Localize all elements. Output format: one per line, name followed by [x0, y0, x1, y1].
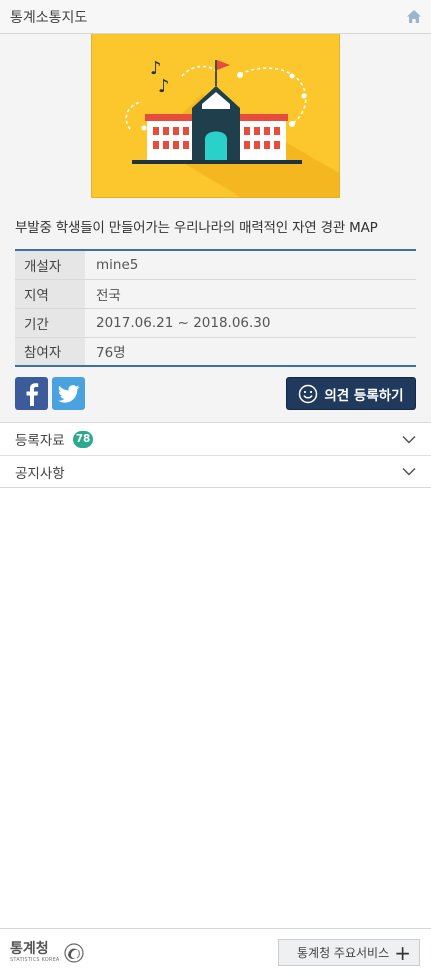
- action-row: 의견 등록하기: [15, 377, 416, 410]
- home-icon: [407, 10, 421, 23]
- meta-value: mine5: [85, 250, 416, 279]
- register-opinion-label: 의견 등록하기: [324, 387, 404, 404]
- registered-count-badge: 78: [72, 430, 94, 448]
- info-accordion: 등록자료 78 공지사항: [0, 423, 431, 488]
- meta-key: 기간: [15, 307, 85, 337]
- meta-row-participants: 참여자 76명: [15, 336, 416, 366]
- notice-label: 공지사항: [15, 465, 65, 482]
- twitter-icon: [57, 384, 79, 403]
- chevron-down-icon: [402, 435, 416, 444]
- facebook-share-button[interactable]: [15, 377, 48, 410]
- app-title: 통계소통지도: [10, 9, 88, 26]
- meta-row-period: 기간 2017.06.21 ~ 2018.06.30: [15, 307, 416, 337]
- meta-value: 2017.06.21 ~ 2018.06.30: [85, 307, 416, 337]
- meta-value: 전국: [85, 278, 416, 308]
- meta-key: 지역: [15, 278, 85, 308]
- social-share: [15, 377, 85, 410]
- accordion-registered-data[interactable]: 등록자료 78: [0, 423, 431, 455]
- accordion-notice[interactable]: 공지사항: [0, 455, 431, 487]
- twitter-share-button[interactable]: [52, 377, 85, 410]
- meta-row-creator: 개설자 mine5: [15, 250, 416, 279]
- plus-icon: +: [394, 940, 411, 965]
- statistics-korea-logo[interactable]: 통계청 STATISTICS KOREA: [10, 942, 84, 963]
- logo-main-text: 통계청: [10, 941, 49, 957]
- meta-value: 76명: [85, 336, 416, 366]
- main-services-label: 통계청 주요서비스: [297, 946, 390, 960]
- topic-title: 부발중 학생들이 만들어가는 우리나라의 매력적인 자연 경관 MAP: [15, 220, 378, 236]
- meta-key: 개설자: [15, 250, 85, 279]
- app-header: 통계소통지도: [0, 0, 431, 34]
- main-services-button[interactable]: 통계청 주요서비스 +: [278, 939, 420, 966]
- topic-info-panel: ♪ ♪ 부발중 학생들이 만들어가는 우리나라의 매력적인 자연 경관 MAP …: [0, 34, 431, 423]
- registered-data-label: 등록자료: [15, 433, 65, 449]
- meta-row-region: 지역 전국: [15, 278, 416, 308]
- statistics-korea-emblem: [63, 942, 84, 963]
- register-opinion-button[interactable]: 의견 등록하기: [286, 377, 416, 410]
- home-button[interactable]: [405, 8, 423, 26]
- logo-sub-text: STATISTICS KOREA: [10, 957, 60, 963]
- school-illustration: ♪ ♪: [125, 58, 339, 197]
- topic-meta-table: 개설자 mine5 지역 전국 기간 2017.06.21 ~ 2018.06.…: [15, 249, 416, 367]
- topic-thumbnail: ♪ ♪: [91, 34, 340, 198]
- meta-key: 참여자: [15, 336, 85, 366]
- facebook-icon: [26, 382, 38, 406]
- chevron-down-icon: [402, 467, 416, 476]
- smiley-icon: [299, 384, 318, 403]
- page-footer: 통계청 STATISTICS KOREA 통계청 주요서비스 +: [0, 928, 431, 976]
- svg-text:♪: ♪: [158, 76, 170, 97]
